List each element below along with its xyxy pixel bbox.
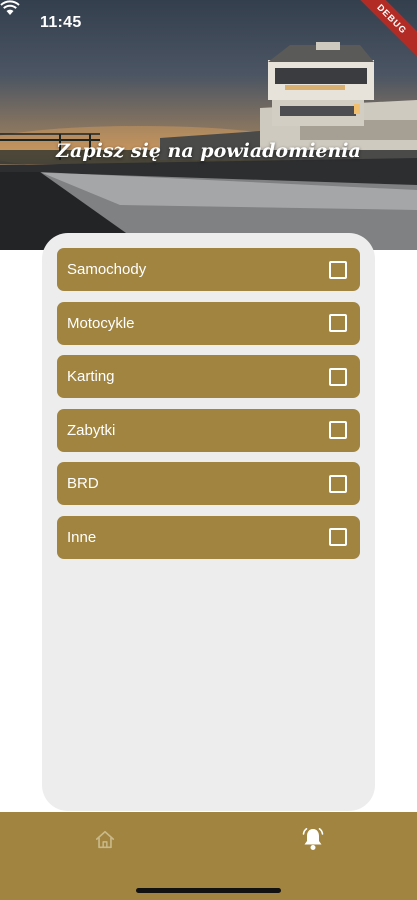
category-item-motocykle[interactable]: Motocykle	[57, 301, 360, 345]
category-label: Inne	[67, 528, 97, 546]
category-label: Samochody	[67, 261, 147, 278]
wifi-icon	[0, 0, 20, 15]
hero-header: 11:45 DEBUG Zapisz się na powiadomienia	[0, 0, 417, 250]
category-label: Motocykle	[67, 314, 135, 332]
category-label: BRD	[67, 475, 99, 492]
home-indicator	[136, 888, 281, 893]
category-item-zabytki[interactable]: Zabytki	[57, 408, 360, 452]
category-list: Samochody Motocykle Karting Zabytki BRD …	[57, 248, 360, 569]
checkbox-inne[interactable]	[329, 528, 347, 546]
checkbox-samochody[interactable]	[329, 260, 347, 279]
checkbox-karting[interactable]	[329, 367, 347, 386]
category-label: Karting	[67, 368, 115, 385]
category-item-samochody[interactable]: Samochody	[57, 248, 360, 291]
home-icon[interactable]	[94, 829, 116, 851]
checkbox-zabytki[interactable]	[329, 421, 347, 439]
page-title: Zapisz się na powiadomienia	[56, 140, 361, 162]
checkbox-motocykle[interactable]	[329, 314, 347, 332]
categories-panel: Samochody Motocykle Karting Zabytki BRD …	[42, 233, 375, 811]
status-time: 11:45	[40, 14, 82, 31]
category-item-brd[interactable]: BRD	[57, 462, 360, 505]
hero-background-image	[0, 42, 417, 250]
checkbox-brd[interactable]	[329, 474, 347, 493]
bell-icon[interactable]	[300, 826, 326, 852]
category-item-karting[interactable]: Karting	[57, 355, 360, 398]
bottom-navigation	[0, 812, 417, 900]
category-item-inne[interactable]: Inne	[57, 515, 360, 559]
category-label: Zabytki	[67, 421, 116, 439]
